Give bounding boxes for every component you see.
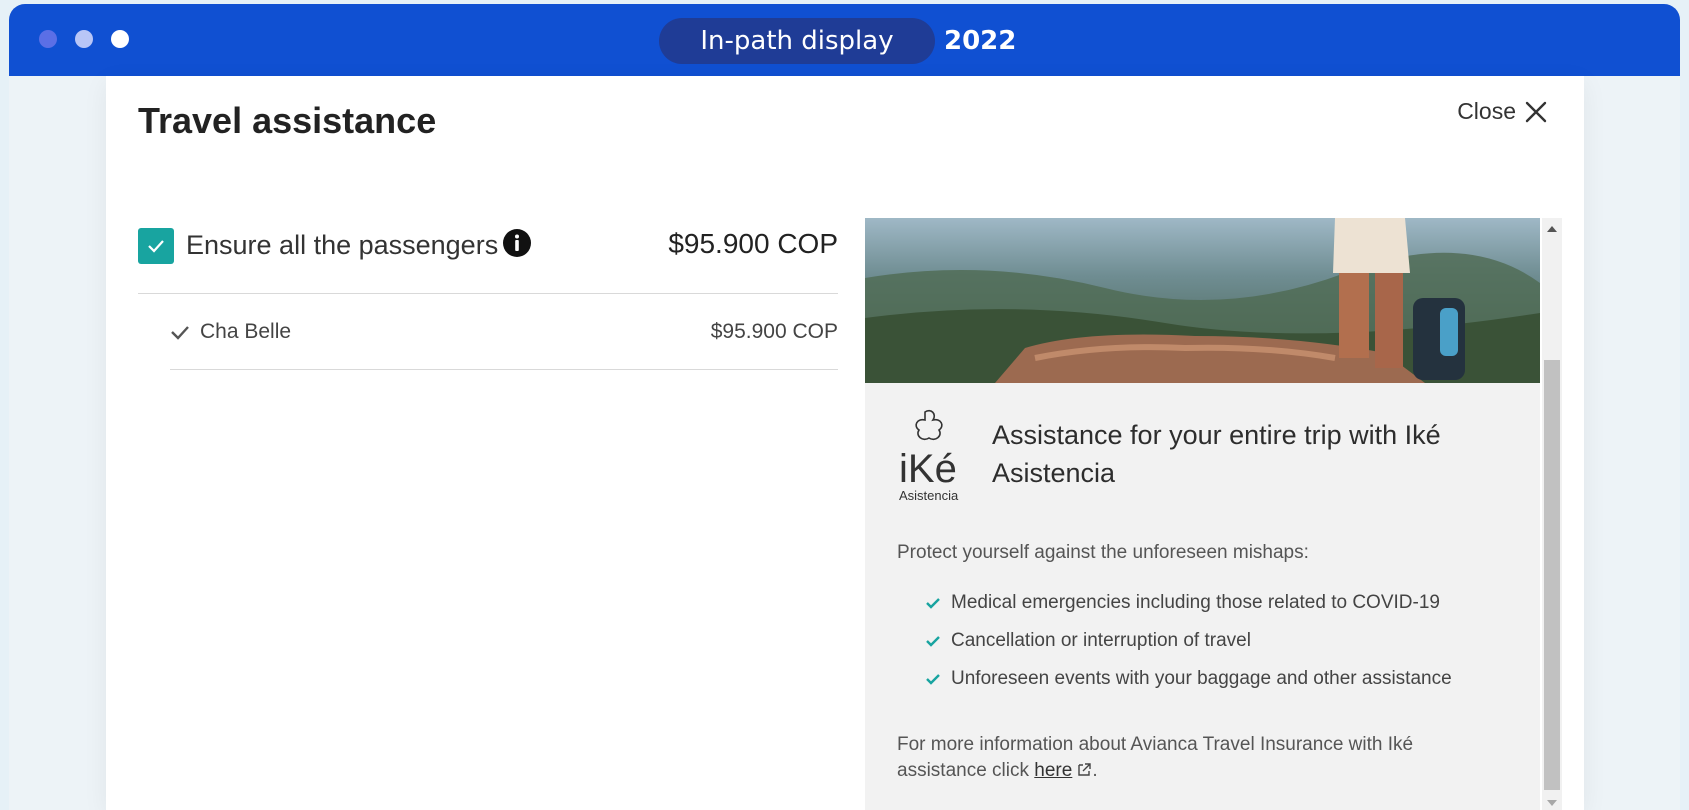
assistance-info-panel: iKé Asistencia Assistance for your entir… — [865, 218, 1540, 810]
check-icon — [926, 636, 940, 647]
benefit-text: Unforeseen events with your baggage and … — [951, 668, 1452, 689]
close-icon — [1525, 101, 1547, 122]
scroll-up-arrow-icon[interactable] — [1547, 226, 1557, 232]
passenger-name: Cha Belle — [200, 320, 292, 343]
scroll-down-arrow-icon[interactable] — [1547, 800, 1557, 806]
modal-title: Travel assistance — [138, 100, 437, 141]
ensure-all-checkbox[interactable] — [138, 228, 174, 264]
window-dot-1 — [39, 30, 57, 48]
ike-asistencia-logo: iKé Asistencia — [897, 408, 973, 508]
benefit-text: Cancellation or interruption of travel — [951, 630, 1251, 651]
card-title: Assistance for your entire trip with Iké… — [992, 420, 1441, 488]
check-icon — [171, 326, 189, 340]
panel-scrollbar[interactable] — [1542, 218, 1562, 810]
external-link-icon[interactable] — [1076, 762, 1092, 778]
travel-assistance-modal: Travel assistance Close Ensure all the p… — [106, 76, 1584, 810]
benefit-item: Unforeseen events with your baggage and … — [925, 666, 1452, 704]
info-icon[interactable] — [502, 228, 532, 258]
check-icon — [926, 674, 940, 685]
passenger-price: $95.900 COP — [710, 320, 838, 343]
here-link[interactable]: here — [1034, 760, 1072, 781]
svg-text:iKé: iKé — [899, 447, 957, 491]
window-dot-3 — [111, 30, 129, 48]
close-button[interactable]: Close — [1457, 98, 1548, 125]
display-badge: In-path display — [659, 18, 935, 64]
window-dot-2 — [75, 30, 93, 48]
benefit-item: Medical emergencies including those rela… — [925, 590, 1452, 628]
benefits-list: Medical emergencies including those rela… — [925, 590, 1452, 704]
check-icon — [926, 598, 940, 609]
more-info-prefix: For more information about Avianca Trave… — [897, 734, 1414, 781]
passenger-pane: Ensure all the passengers $95.900 COP Ch… — [138, 214, 838, 370]
more-info-suffix: . — [1092, 760, 1098, 781]
protect-intro: Protect yourself against the unforeseen … — [897, 542, 1309, 563]
benefit-text: Medical emergencies including those rela… — [951, 592, 1440, 613]
browser-window: In-path display 2022 Travel assistance C… — [9, 4, 1680, 810]
close-label: Close — [1457, 98, 1516, 124]
ensure-all-price: $95.900 COP — [668, 228, 838, 259]
passenger-row: Cha Belle $95.900 COP — [170, 294, 838, 370]
benefit-item: Cancellation or interruption of travel — [925, 628, 1452, 666]
svg-text:Asistencia: Asistencia — [899, 488, 959, 503]
year-label: 2022 — [944, 26, 1017, 56]
checkmark-icon — [148, 240, 164, 253]
hero-image — [865, 218, 1540, 383]
scrollbar-thumb[interactable] — [1544, 360, 1560, 790]
ensure-all-label: Ensure all the passengers — [186, 230, 499, 260]
more-info-text: For more information about Avianca Trave… — [897, 732, 1457, 784]
title-bar: In-path display 2022 — [9, 4, 1680, 76]
ensure-all-row: Ensure all the passengers $95.900 COP — [138, 214, 838, 294]
